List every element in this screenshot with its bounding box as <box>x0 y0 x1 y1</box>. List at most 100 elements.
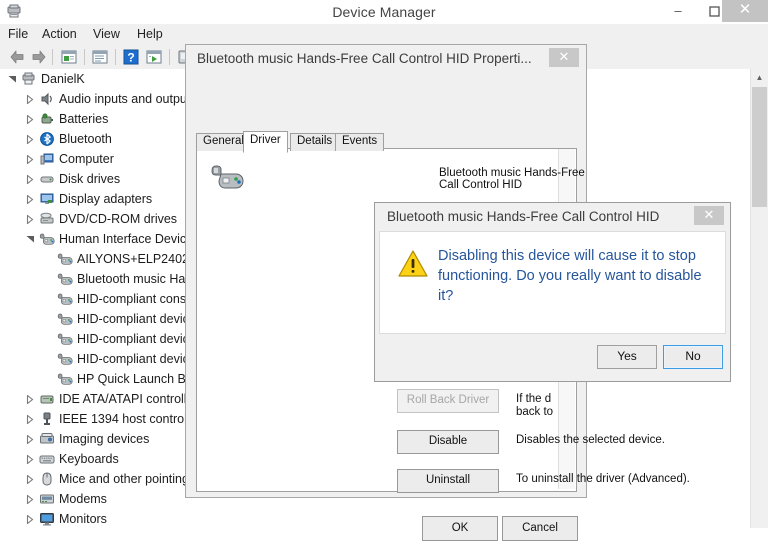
update-driver-icon[interactable] <box>145 48 163 66</box>
driver-action-description: To uninstall the driver (Advanced). <box>516 473 690 485</box>
help-icon[interactable]: ? <box>122 48 140 66</box>
tree-item-label: HID-compliant device <box>77 312 196 326</box>
disable-device-warning-dialog: Bluetooth music Hands-Free Call Control … <box>374 202 731 382</box>
menu-action[interactable]: Action <box>33 24 86 45</box>
expand-twisty-icon[interactable] <box>24 389 36 409</box>
warning-body: Disabling this device will cause it to s… <box>379 231 726 334</box>
tree-item-label: Monitors <box>59 512 107 526</box>
cancel-button[interactable]: Cancel <box>502 516 578 541</box>
menu-help[interactable]: Help <box>128 24 172 45</box>
properties-icon[interactable] <box>91 48 109 66</box>
tree-item-label: HID-compliant device <box>77 332 196 346</box>
tree-item-label: IDE ATA/ATAPI controllers <box>59 392 204 406</box>
modem-icon <box>39 491 55 507</box>
bluetooth-icon <box>39 131 55 147</box>
scroll-up-button[interactable]: ▲ <box>751 69 768 86</box>
hid-icon <box>57 351 73 367</box>
tree-item-label: Batteries <box>59 112 109 126</box>
tree-item-label: Display adapters <box>59 192 153 206</box>
properties-dialog-title: Bluetooth music Hands-Free Call Control … <box>197 51 532 66</box>
toolbar-separator-3 <box>115 49 116 65</box>
imaging-icon <box>39 431 55 447</box>
hid-icon <box>57 331 73 347</box>
ok-button[interactable]: OK <box>422 516 498 541</box>
tree-item-label: Disk drives <box>59 172 121 186</box>
expand-twisty-icon[interactable] <box>24 129 36 149</box>
display-icon <box>39 191 55 207</box>
driver-action-description: If the d back to <box>516 393 554 418</box>
window-title: Device Manager <box>332 4 436 20</box>
warning-triangle-icon <box>398 250 428 277</box>
computer-icon <box>39 151 55 167</box>
collapse-twisty-icon[interactable] <box>6 69 18 89</box>
hid-icon <box>57 251 73 267</box>
toolbar-separator-4 <box>169 49 170 65</box>
dvd-icon <box>39 211 55 227</box>
tree-item-label: DanielK <box>41 72 85 86</box>
expand-twisty-icon[interactable] <box>24 169 36 189</box>
collapse-twisty-icon[interactable] <box>24 229 36 249</box>
warning-message: Disabling this device will cause it to s… <box>438 248 702 304</box>
close-button[interactable]: ✕ <box>722 0 768 22</box>
warning-dialog-title: Bluetooth music Hands-Free Call Control … <box>387 209 660 224</box>
expand-twisty-icon[interactable] <box>24 509 36 528</box>
speaker-icon <box>39 91 55 107</box>
monitor-icon <box>39 511 55 527</box>
ide-icon <box>39 391 55 407</box>
show-hide-console-tree-icon[interactable] <box>60 48 78 66</box>
keyboard-icon <box>39 451 55 467</box>
tree-item-label: Human Interface Devices <box>59 232 200 246</box>
expand-twisty-icon[interactable] <box>24 189 36 209</box>
expand-twisty-icon[interactable] <box>24 429 36 449</box>
expand-twisty-icon[interactable] <box>24 409 36 429</box>
disable-button[interactable]: Disable <box>397 430 499 454</box>
tree-item-label: Bluetooth <box>59 132 112 146</box>
toolbar-separator-2 <box>84 49 85 65</box>
expand-twisty-icon[interactable] <box>24 489 36 509</box>
driver-action-description: Disables the selected device. <box>516 434 665 446</box>
menubar: File Action View Help <box>0 24 768 46</box>
scrollbar-thumb[interactable] <box>752 87 767 207</box>
tree-item[interactable]: Monitors <box>0 509 751 528</box>
back-icon[interactable] <box>8 48 26 66</box>
properties-titlebar: Bluetooth music Hands-Free Call Control … <box>186 45 586 73</box>
hid-icon <box>57 311 73 327</box>
tab-details[interactable]: Details <box>290 133 340 151</box>
tree-item-label: Computer <box>59 152 114 166</box>
expand-twisty-icon[interactable] <box>24 109 36 129</box>
roll-back-driver-button: Roll Back Driver <box>397 389 499 413</box>
window-titlebar: Device Manager – ✕ <box>0 0 768 24</box>
expand-twisty-icon[interactable] <box>24 469 36 489</box>
device-name-label: Bluetooth music Hands-Free Call Control … <box>439 167 585 191</box>
minimize-button[interactable]: – <box>660 0 696 22</box>
tree-item-label: Modems <box>59 492 107 506</box>
expand-twisty-icon[interactable] <box>24 149 36 169</box>
expand-twisty-icon[interactable] <box>24 449 36 469</box>
forward-icon[interactable] <box>30 48 48 66</box>
hid-icon <box>39 231 55 247</box>
ieee1394-icon <box>39 411 55 427</box>
tree-item-label: AILYONS+ELP2402 <box>77 252 189 266</box>
tree-item-label: Audio inputs and outputs <box>59 92 197 106</box>
tree-item-label: Keyboards <box>59 452 119 466</box>
warning-close-button[interactable]: ✕ <box>694 206 724 225</box>
menu-file[interactable]: File <box>0 24 37 45</box>
tree-item-label: Imaging devices <box>59 432 150 446</box>
uninstall-button[interactable]: Uninstall <box>397 469 499 493</box>
tab-events[interactable]: Events <box>335 133 385 151</box>
toolbar-separator-1 <box>52 49 53 65</box>
hid-icon <box>57 371 73 387</box>
main-scrollbar[interactable]: ▲ <box>750 69 768 528</box>
tab-driver[interactable]: Driver <box>243 131 288 153</box>
hid-icon <box>57 271 73 287</box>
menu-view[interactable]: View <box>84 24 129 45</box>
yes-button[interactable]: Yes <box>597 345 657 369</box>
expand-twisty-icon[interactable] <box>24 89 36 109</box>
expand-twisty-icon[interactable] <box>24 209 36 229</box>
hid-icon <box>57 291 73 307</box>
properties-close-button[interactable]: ✕ <box>549 48 579 67</box>
computer-root-icon <box>21 71 37 87</box>
no-button[interactable]: No <box>663 345 723 369</box>
tree-item-label: HID-compliant device <box>77 352 196 366</box>
mouse-icon <box>39 471 55 487</box>
